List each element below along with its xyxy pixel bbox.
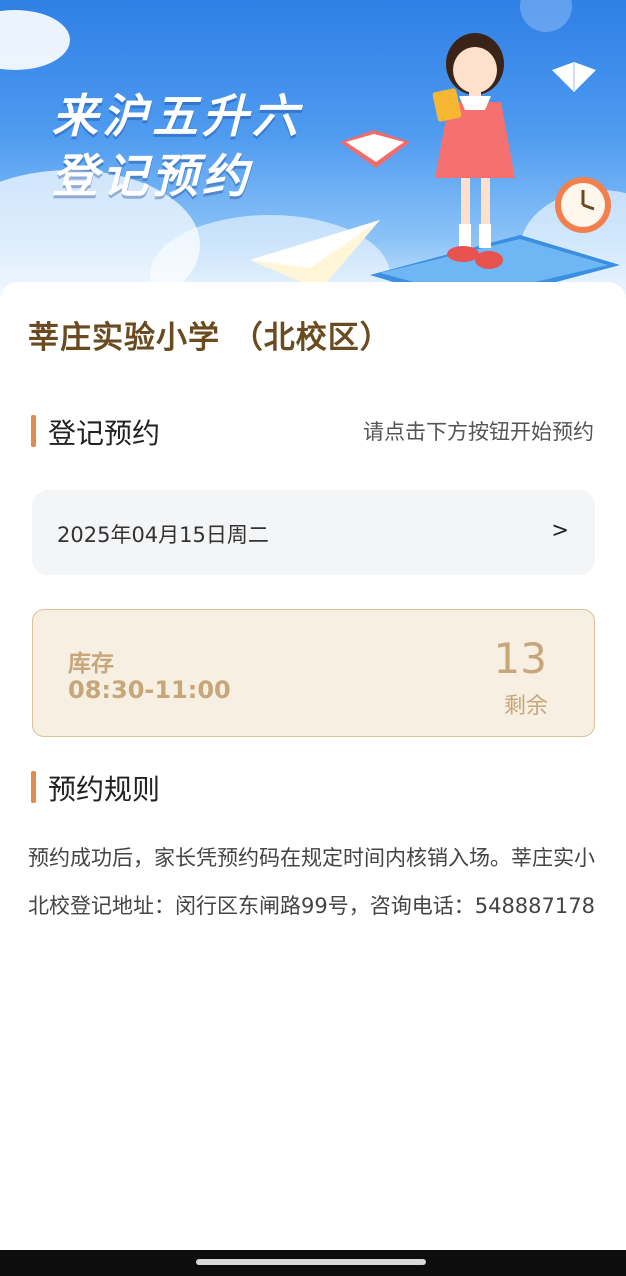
slot-time: 08:30-11:00 [68, 676, 231, 704]
cloud-shape [0, 10, 70, 70]
paper-plane-icon [250, 220, 380, 290]
slot-stock-label: 库存 [68, 651, 114, 677]
banner-title: 来沪五升六 登记预约 [52, 86, 322, 206]
banner-title-line1: 来沪五升六 [52, 89, 302, 143]
slot-remaining-label: 剩余 [503, 694, 548, 719]
chevron-right-icon: > [551, 518, 569, 542]
rules-text: 预约成功后，家长凭预约码在规定时间内核销入场。莘庄实小北校登记地址：闵行区东闸路… [28, 846, 595, 918]
date-value: 2025年04月15日周二 [57, 523, 269, 547]
student-girl-illustration [432, 33, 515, 269]
time-slot-card[interactable]: 库存 08:30-11:00 13 剩余 [32, 609, 595, 737]
slot-remaining-count: 13 [493, 634, 547, 683]
booking-section-title: 登记预约 [48, 417, 161, 450]
booking-hint: 请点击下方按钮开始预约 [363, 420, 594, 444]
school-name: 莘庄实验小学 （北校区） [28, 320, 392, 356]
home-indicator[interactable] [196, 1259, 426, 1265]
book-icon [340, 130, 410, 168]
booking-section-accent-bar [31, 415, 36, 447]
rules-section-title: 预约规则 [48, 773, 161, 806]
header-banner: 来沪五升六 登记预约 [0, 0, 626, 300]
clock-icon [555, 177, 611, 233]
date-selector[interactable]: 2025年04月15日周二 > [32, 490, 595, 575]
rules-section-accent-bar [31, 771, 36, 803]
banner-title-line2: 登记预约 [52, 149, 252, 203]
flying-book-icon [552, 62, 596, 92]
